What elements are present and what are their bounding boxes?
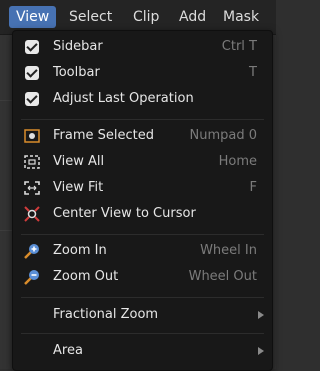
zoom-in-icon — [24, 244, 39, 259]
menu-item-center-view-to-cursor[interactable]: Center View to Cursor — [13, 202, 272, 226]
menu-select[interactable]: Select — [62, 6, 119, 28]
menu-item-fractional-zoom[interactable]: Fractional Zoom — [13, 303, 272, 327]
menu-item-label: Fractional Zoom — [53, 307, 159, 322]
menu-item-toolbar[interactable]: Toolbar T — [13, 61, 272, 85]
checkbox-checked-icon[interactable] — [25, 92, 39, 106]
menu-item-label: Area — [53, 343, 83, 358]
view-menu-dropdown: Sidebar Ctrl T Toolbar T Adjust Last Ope… — [12, 30, 273, 371]
menu-item-view-fit[interactable]: View Fit F — [13, 176, 272, 200]
zoom-out-icon — [24, 270, 39, 285]
menu-clip[interactable]: Clip — [126, 6, 166, 28]
menu-mask[interactable]: Mask — [216, 6, 266, 28]
submenu-arrow-icon — [258, 311, 264, 319]
menu-item-label: Zoom In — [53, 243, 107, 258]
menu-item-area[interactable]: Area — [13, 339, 272, 363]
menu-add[interactable]: Add — [172, 6, 213, 28]
shortcut-label: F — [249, 180, 257, 195]
shortcut-label: Home — [218, 154, 257, 169]
shortcut-label: Wheel Out — [188, 269, 257, 284]
submenu-arrow-icon — [258, 347, 264, 355]
shortcut-label: Wheel In — [200, 243, 257, 258]
menu-item-label: Center View to Cursor — [53, 206, 196, 221]
shortcut-label: T — [249, 65, 257, 80]
menu-item-label: Toolbar — [53, 65, 100, 80]
menu-item-label: View All — [53, 154, 105, 169]
center-cursor-icon — [24, 206, 40, 222]
menu-item-view-all[interactable]: View All Home — [13, 150, 272, 174]
menu-item-zoom-in[interactable]: Zoom In Wheel In — [13, 239, 272, 263]
menu-item-label: Frame Selected — [53, 128, 154, 143]
menu-item-label: Sidebar — [53, 39, 103, 54]
view-all-icon — [24, 155, 40, 169]
menu-view[interactable]: View — [9, 6, 57, 28]
view-fit-icon — [24, 181, 40, 195]
shortcut-label: Ctrl T — [221, 39, 257, 54]
menu-separator — [21, 333, 264, 334]
menu-item-frame-selected[interactable]: Frame Selected Numpad 0 — [13, 124, 272, 148]
checkbox-checked-icon[interactable] — [25, 66, 39, 80]
menu-item-label: View Fit — [53, 180, 104, 195]
menu-item-adjust-last-operation[interactable]: Adjust Last Operation — [13, 87, 272, 111]
menu-item-label: Adjust Last Operation — [53, 91, 194, 106]
menu-item-label: Zoom Out — [53, 269, 119, 284]
checkbox-checked-icon[interactable] — [25, 40, 39, 54]
menu-item-zoom-out[interactable]: Zoom Out Wheel Out — [13, 265, 272, 289]
menu-separator — [21, 119, 264, 120]
shortcut-label: Numpad 0 — [189, 128, 257, 143]
frame-selected-icon — [24, 129, 40, 143]
menu-separator — [21, 297, 264, 298]
menu-separator — [21, 234, 264, 235]
menu-item-sidebar[interactable]: Sidebar Ctrl T — [13, 35, 272, 59]
